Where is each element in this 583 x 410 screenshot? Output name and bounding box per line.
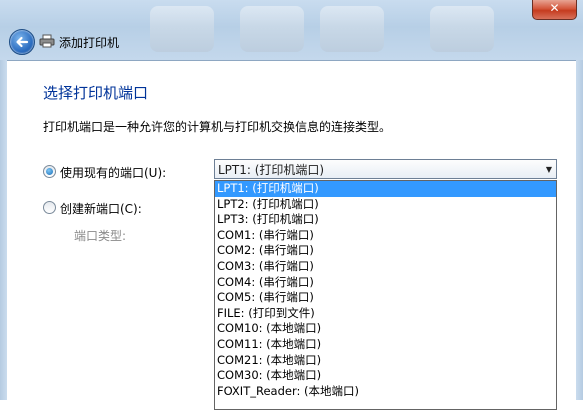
window-frame-left <box>0 60 7 400</box>
close-button[interactable]: ✕ <box>532 0 577 20</box>
wizard-content: 选择打印机端口 打印机端口是一种允许您的计算机与打印机交换信息的连接类型。 使用… <box>7 60 576 410</box>
port-option[interactable]: FOXIT_Reader: (本地端口) <box>215 384 556 400</box>
create-new-port-option[interactable]: 创建新端口(C): <box>43 200 142 217</box>
port-dropdown-list[interactable]: LPT1: (打印机端口) LPT2: (打印机端口) LPT3: (打印机端口… <box>214 180 557 410</box>
printer-icon <box>39 34 55 48</box>
create-new-port-label: 创建新端口(C): <box>60 202 142 216</box>
port-option[interactable]: COM10: (本地端口) <box>215 321 556 337</box>
back-button[interactable] <box>9 29 35 55</box>
port-option[interactable]: FILE: (打印到文件) <box>215 306 556 322</box>
page-title: 选择打印机端口 <box>43 84 149 102</box>
port-option[interactable]: COM11: (本地端口) <box>215 337 556 353</box>
port-option[interactable]: COM2: (串行端口) <box>215 243 556 259</box>
window-titlebar: ✕ 添加打印机 <box>0 0 583 60</box>
port-option[interactable]: LPT1: (打印机端口) <box>215 181 556 197</box>
background-decoration <box>430 6 494 52</box>
port-option[interactable]: LPT2: (打印机端口) <box>215 197 556 213</box>
use-existing-port-label: 使用现有的端口(U): <box>60 166 167 180</box>
background-decoration <box>320 6 384 52</box>
port-option[interactable]: COM4: (串行端口) <box>215 275 556 291</box>
port-option[interactable]: COM21: (本地端口) <box>215 353 556 369</box>
page-description: 打印机端口是一种允许您的计算机与打印机交换信息的连接类型。 <box>43 120 392 134</box>
use-existing-port-radio[interactable] <box>43 165 56 178</box>
use-existing-port-option[interactable]: 使用现有的端口(U): <box>43 164 166 181</box>
port-option[interactable]: COM1: (串行端口) <box>215 228 556 244</box>
window-frame-right <box>576 60 583 400</box>
back-arrow-icon <box>16 36 29 48</box>
port-option[interactable]: LPT3: (打印机端口) <box>215 212 556 228</box>
port-option[interactable]: COM30: (本地端口) <box>215 368 556 384</box>
background-decoration <box>240 6 304 52</box>
port-option[interactable]: COM3: (串行端口) <box>215 259 556 275</box>
existing-port-select[interactable]: LPT1: (打印机端口) ▼ <box>214 159 557 179</box>
create-new-port-radio[interactable] <box>43 201 56 214</box>
background-decoration <box>150 6 214 52</box>
port-type-label: 端口类型: <box>74 229 127 243</box>
dropdown-arrow-icon[interactable]: ▼ <box>546 160 552 180</box>
port-option[interactable]: COM5: (串行端口) <box>215 290 556 306</box>
wizard-title: 添加打印机 <box>59 36 120 50</box>
selected-port-value: LPT1: (打印机端口) <box>218 163 325 177</box>
